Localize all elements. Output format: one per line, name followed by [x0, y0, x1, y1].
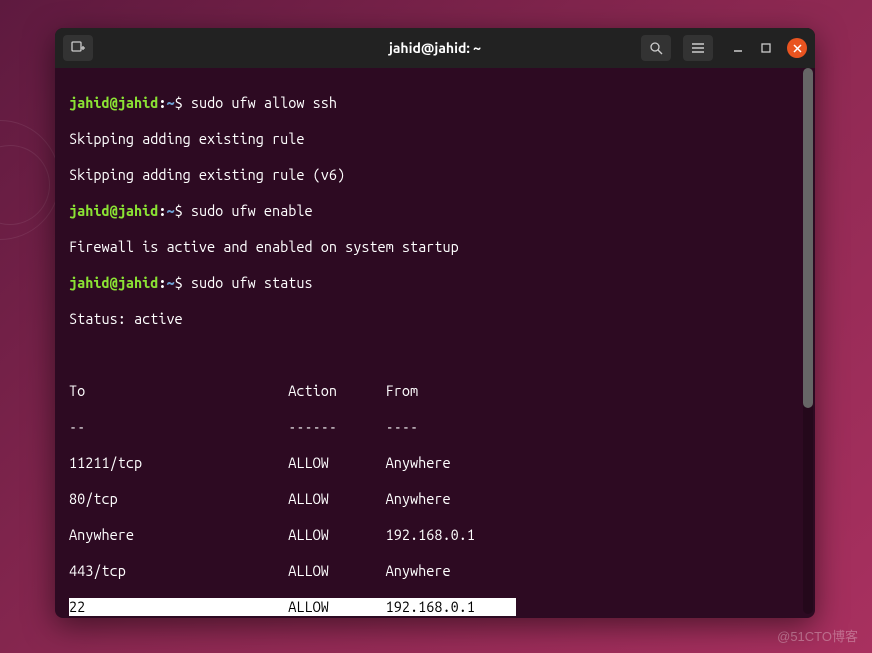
prompt-user: jahid@jahid [69, 94, 158, 111]
maximize-button[interactable] [759, 41, 773, 55]
command-text: sudo ufw allow ssh [183, 94, 337, 111]
window-title: jahid@jahid: ~ [389, 40, 481, 56]
watermark: @51CTO博客 [777, 626, 858, 645]
prompt-line: jahid@jahid:~$ sudo ufw status [69, 274, 801, 292]
blank-line [69, 346, 801, 364]
new-tab-button[interactable] [63, 35, 93, 61]
table-divider: -- ------ ---- [69, 418, 801, 436]
titlebar: jahid@jahid: ~ [55, 28, 815, 68]
prompt-path: ~ [166, 94, 174, 111]
search-icon [650, 42, 663, 55]
new-tab-icon [71, 41, 85, 55]
prompt-user: jahid@jahid [69, 202, 158, 219]
titlebar-controls [641, 35, 807, 61]
prompt-line: jahid@jahid:~$ sudo ufw enable [69, 202, 801, 220]
table-row: 11211/tcp ALLOW Anywhere [69, 454, 801, 472]
minimize-button[interactable] [731, 41, 745, 55]
scrollbar-thumb[interactable] [803, 68, 813, 408]
search-button[interactable] [641, 35, 671, 61]
output-line: Firewall is active and enabled on system… [69, 238, 801, 256]
prompt-dollar: $ [175, 274, 183, 291]
prompt-dollar: $ [175, 202, 183, 219]
prompt-path: ~ [166, 202, 174, 219]
prompt-user: jahid@jahid [69, 274, 158, 291]
highlighted-text: 22 ALLOW 192.168.0.1 [69, 598, 516, 616]
table-row: 80/tcp ALLOW Anywhere [69, 490, 801, 508]
table-row-highlighted: 22 ALLOW 192.168.0.1 [69, 598, 801, 616]
close-icon [793, 44, 802, 53]
terminal-output[interactable]: jahid@jahid:~$ sudo ufw allow ssh Skippi… [55, 68, 815, 618]
terminal-window: jahid@jahid: ~ jahid@jahid:~$ sudo u [55, 28, 815, 618]
output-line: Status: active [69, 310, 801, 328]
minimize-icon [733, 43, 743, 53]
output-line: Skipping adding existing rule (v6) [69, 166, 801, 184]
table-row: 443/tcp ALLOW Anywhere [69, 562, 801, 580]
table-row: Anywhere ALLOW 192.168.0.1 [69, 526, 801, 544]
output-line: Skipping adding existing rule [69, 130, 801, 148]
menu-button[interactable] [683, 35, 713, 61]
command-text: sudo ufw enable [183, 202, 313, 219]
command-text: sudo ufw status [183, 274, 313, 291]
prompt-path: ~ [166, 274, 174, 291]
maximize-icon [761, 43, 771, 53]
table-header: To Action From [69, 382, 801, 400]
close-button[interactable] [787, 38, 807, 58]
prompt-dollar: $ [175, 94, 183, 111]
prompt-line: jahid@jahid:~$ sudo ufw allow ssh [69, 94, 801, 112]
hamburger-icon [691, 42, 705, 54]
